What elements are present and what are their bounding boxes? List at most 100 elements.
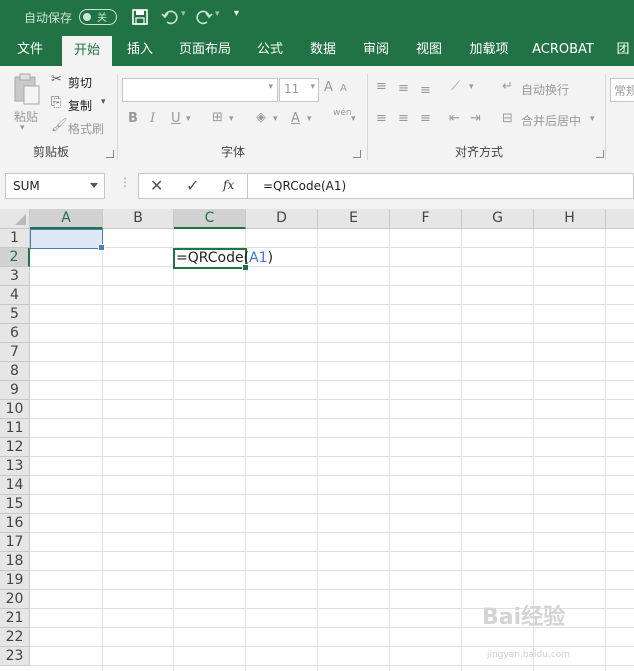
undo-dropdown-icon[interactable]: ▾ <box>181 9 186 19</box>
tab-insert[interactable]: 插入 <box>118 34 162 66</box>
font-color-icon[interactable]: A <box>291 111 300 126</box>
borders-dropdown-icon[interactable]: ▾ <box>229 114 234 124</box>
borders-icon[interactable]: ⊞ <box>212 110 223 125</box>
row-header-23[interactable]: 23 <box>0 647 30 666</box>
row-header-20[interactable]: 20 <box>0 590 30 609</box>
name-box-dropdown-icon[interactable] <box>90 183 98 188</box>
bold-button[interactable]: B <box>128 111 138 126</box>
tab-addins[interactable]: 加载项 <box>464 34 514 66</box>
row-header-3[interactable]: 3 <box>0 267 30 286</box>
paste-icon[interactable] <box>12 72 42 106</box>
clipboard-dialog-launcher[interactable] <box>106 150 114 158</box>
undo-icon[interactable] <box>161 8 179 26</box>
column-header-b[interactable]: B <box>103 209 174 229</box>
orientation-icon[interactable]: ⟋ <box>451 79 460 94</box>
bottom-align-icon[interactable]: ≡ <box>420 83 431 98</box>
row-header-14[interactable]: 14 <box>0 476 30 495</box>
wrap-text-icon[interactable]: ↵ <box>502 79 513 94</box>
column-header-f[interactable]: F <box>390 209 462 229</box>
row-header-8[interactable]: 8 <box>0 362 30 381</box>
reference-resize-handle[interactable] <box>98 244 105 251</box>
redo-icon[interactable] <box>195 8 213 26</box>
row-header-10[interactable]: 10 <box>0 400 30 419</box>
number-format-select[interactable]: 常规 <box>610 78 634 102</box>
row-header-19[interactable]: 19 <box>0 571 30 590</box>
align-left-icon[interactable]: ≡ <box>376 111 387 126</box>
row-header-1[interactable]: 1 <box>0 229 30 248</box>
align-center-icon[interactable]: ≡ <box>398 111 409 126</box>
tab-data[interactable]: 数据 <box>303 34 343 66</box>
row-header-12[interactable]: 12 <box>0 438 30 457</box>
column-header-a[interactable]: A <box>30 209 103 229</box>
font-color-dropdown-icon[interactable]: ▾ <box>307 114 312 124</box>
underline-dropdown-icon[interactable]: ▾ <box>186 114 191 124</box>
row-header-6[interactable]: 6 <box>0 324 30 343</box>
fill-color-icon[interactable]: ◈ <box>256 110 266 125</box>
font-name-select[interactable]: ▾ <box>122 78 278 102</box>
row-header-16[interactable]: 16 <box>0 514 30 533</box>
top-align-icon[interactable]: ≡ <box>376 79 387 94</box>
wrap-text-button[interactable]: 自动换行 <box>521 81 569 98</box>
fill-color-dropdown-icon[interactable]: ▾ <box>273 114 278 124</box>
column-header-d[interactable]: D <box>246 209 318 229</box>
row-header-7[interactable]: 7 <box>0 343 30 362</box>
copy-icon[interactable]: ⎘ <box>51 95 61 110</box>
save-icon[interactable] <box>131 8 149 26</box>
row-header-11[interactable]: 11 <box>0 419 30 438</box>
row-header-15[interactable]: 15 <box>0 495 30 514</box>
decrease-font-size-icon[interactable]: A <box>340 83 347 94</box>
row-header-22[interactable]: 22 <box>0 628 30 647</box>
alignment-dialog-launcher[interactable] <box>596 150 604 158</box>
name-box[interactable]: SUM <box>5 173 105 199</box>
tab-review[interactable]: 审阅 <box>356 34 396 66</box>
phonetic-guide-icon[interactable]: wén <box>333 108 352 118</box>
cancel-entry-icon[interactable]: ✕ <box>150 176 163 195</box>
copy-dropdown-icon[interactable]: ▾ <box>101 97 106 107</box>
row-header-4[interactable]: 4 <box>0 286 30 305</box>
increase-font-size-icon[interactable]: A <box>324 80 333 95</box>
paste-label[interactable]: 粘贴 <box>14 108 38 125</box>
align-right-icon[interactable]: ≡ <box>420 111 431 126</box>
formula-input[interactable]: =QRCode(A1) <box>248 173 634 199</box>
select-all-corner[interactable] <box>0 209 30 229</box>
decrease-indent-icon[interactable]: ⇤ <box>449 111 460 126</box>
tab-page-layout[interactable]: 页面布局 <box>176 34 234 66</box>
tab-view[interactable]: 视图 <box>409 34 449 66</box>
tab-acrobat[interactable]: ACROBAT <box>528 34 598 66</box>
tab-file[interactable]: 文件 <box>8 34 52 66</box>
cell-a1-reference-highlight[interactable] <box>30 229 105 251</box>
row-header-17[interactable]: 17 <box>0 533 30 552</box>
cut-button[interactable]: 剪切 <box>68 74 92 91</box>
middle-align-icon[interactable]: ≡ <box>398 81 409 96</box>
tab-team[interactable]: 团 <box>612 34 634 66</box>
format-painter-icon[interactable]: 🖌 <box>51 118 68 133</box>
row-header-18[interactable]: 18 <box>0 552 30 571</box>
redo-dropdown-icon[interactable]: ▾ <box>215 9 220 19</box>
row-header-9[interactable]: 9 <box>0 381 30 400</box>
customize-toolbar-icon[interactable]: ▾ <box>234 8 239 19</box>
row-header-21[interactable]: 21 <box>0 609 30 628</box>
font-size-select[interactable]: 11 ▾ <box>279 78 319 102</box>
font-dialog-launcher[interactable] <box>353 150 361 158</box>
merge-dropdown-icon[interactable]: ▾ <box>590 114 595 124</box>
tab-home[interactable]: 开始 <box>62 36 112 66</box>
column-header-e[interactable]: E <box>318 209 390 229</box>
paste-dropdown-icon[interactable]: ▾ <box>20 123 25 133</box>
row-header-2[interactable]: 2 <box>0 248 30 267</box>
cut-icon[interactable]: ✂ <box>51 72 62 87</box>
tab-formulas[interactable]: 公式 <box>250 34 290 66</box>
italic-button[interactable]: I <box>150 111 155 126</box>
column-header-i[interactable] <box>606 209 634 229</box>
orientation-dropdown-icon[interactable]: ▾ <box>469 82 474 92</box>
copy-button[interactable]: 复制 <box>68 97 92 114</box>
increase-indent-icon[interactable]: ⇥ <box>470 111 481 126</box>
column-header-h[interactable]: H <box>534 209 606 229</box>
format-painter-button[interactable]: 格式刷 <box>68 120 104 137</box>
autosave-toggle[interactable]: 关 <box>79 9 117 25</box>
column-header-c[interactable]: C <box>174 209 246 229</box>
merge-center-icon[interactable]: ⊟ <box>502 111 513 126</box>
row-header-5[interactable]: 5 <box>0 305 30 324</box>
insert-function-icon[interactable]: fx <box>223 178 234 192</box>
underline-button[interactable]: U <box>171 111 181 126</box>
phonetic-dropdown-icon[interactable]: ▾ <box>351 114 356 124</box>
